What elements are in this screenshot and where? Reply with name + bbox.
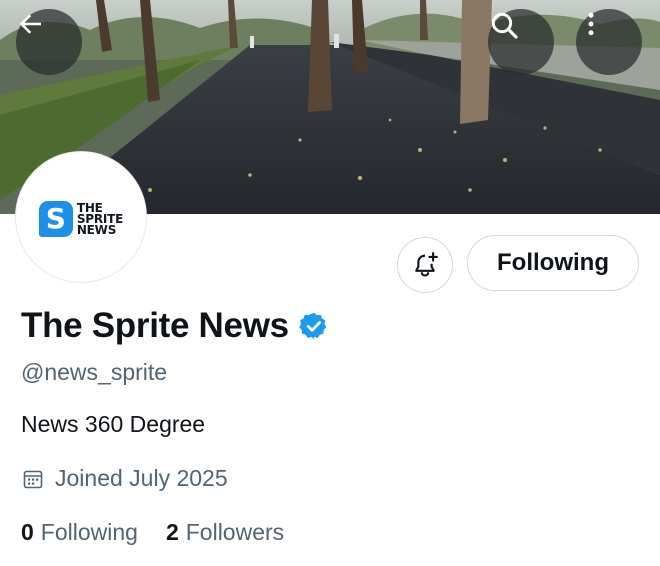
followers-count: 2 <box>165 519 179 545</box>
following-label: Following <box>40 519 138 545</box>
verified-badge-icon[interactable] <box>299 311 329 341</box>
more-vertical-icon <box>588 12 594 36</box>
more-options-button[interactable] <box>576 9 642 75</box>
logo-mark: S <box>38 201 73 237</box>
profile-bio: News 360 Degree <box>21 411 206 437</box>
back-button[interactable] <box>16 9 82 75</box>
following-count: 0 <box>21 519 34 545</box>
join-date-row: Joined July 2025 <box>21 465 228 492</box>
username-handle: @news_sprite <box>21 359 168 385</box>
search-icon <box>491 12 518 39</box>
profile-avatar[interactable]: S THE SPRITE NEWS <box>16 152 146 282</box>
bell-plus-icon <box>415 252 438 277</box>
followers-stat-link[interactable]: 2 Followers <box>166 519 284 546</box>
following-button[interactable]: Following <box>467 235 639 291</box>
calendar-icon <box>23 470 43 488</box>
notifications-button[interactable] <box>397 237 453 293</box>
logo-line: NEWS <box>76 222 117 237</box>
search-button[interactable] <box>488 9 554 75</box>
followers-label: Followers <box>185 519 285 545</box>
logo-wordmark: THE SPRITE NEWS <box>76 202 124 237</box>
following-stat-link[interactable]: 0 Following <box>21 519 138 546</box>
sprite-news-logo: S THE SPRITE NEWS <box>38 201 124 237</box>
join-date: Joined July 2025 <box>55 465 228 491</box>
follow-stats: 0 Following 2 Followers <box>21 519 284 546</box>
arrow-left-icon <box>19 14 41 34</box>
display-name-row: The Sprite News <box>21 306 329 346</box>
display-name: The Sprite News <box>21 306 289 345</box>
